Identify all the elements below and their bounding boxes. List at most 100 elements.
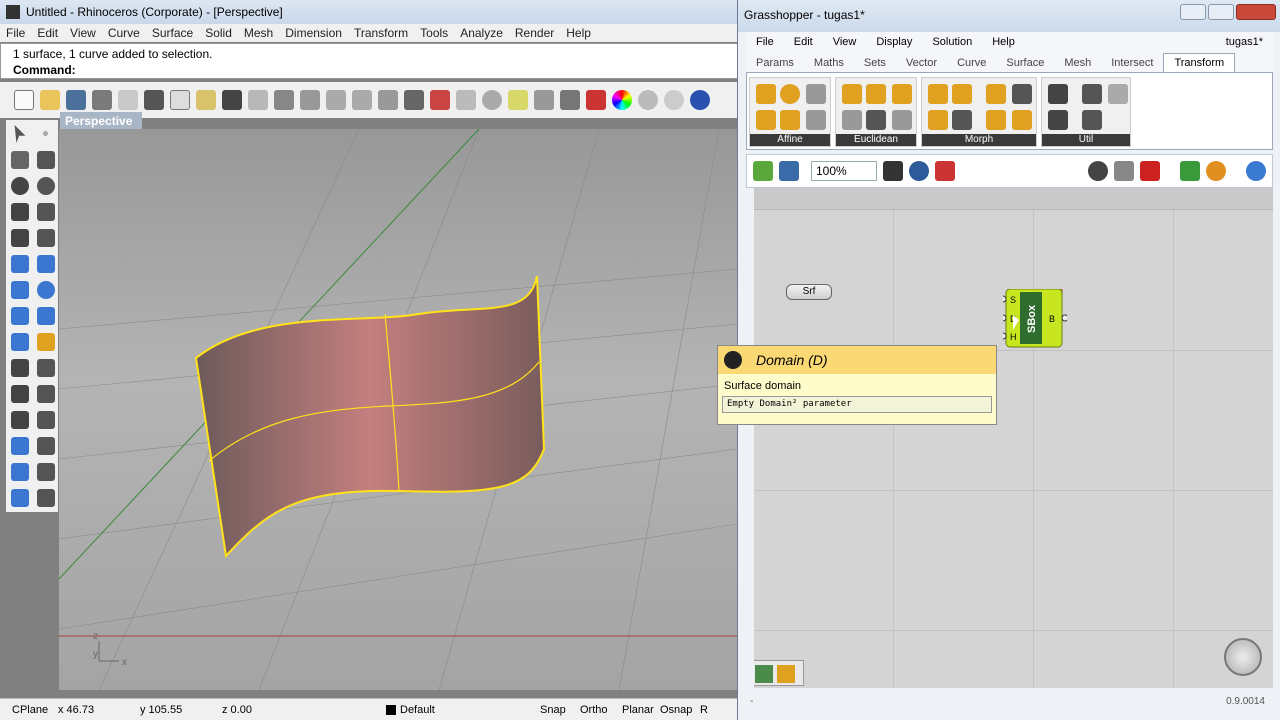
tab-mesh[interactable]: Mesh [1054,54,1101,72]
mirror-component-icon[interactable] [842,84,862,104]
zoom-icon[interactable] [300,90,320,110]
material-preview-icon[interactable] [1206,161,1226,181]
fillet-icon[interactable] [37,229,55,247]
tab-params[interactable]: Params [746,54,804,72]
transform-icon[interactable] [1082,110,1102,130]
status-layer[interactable]: Default [400,704,540,716]
status-osnap[interactable]: Osnap [660,704,700,716]
move-component-icon[interactable] [866,84,886,104]
pan-icon[interactable] [248,90,268,110]
tab-maths[interactable]: Maths [804,54,854,72]
gh-menu-file[interactable]: File [756,36,774,48]
move-icon[interactable] [11,411,29,429]
save-icon[interactable] [66,90,86,110]
ellipse-icon[interactable] [37,177,55,195]
menu-mesh[interactable]: Mesh [244,26,273,40]
boolean-icon[interactable] [11,333,29,351]
tab-intersect[interactable]: Intersect [1101,54,1163,72]
text-icon[interactable] [11,437,29,455]
menu-analyze[interactable]: Analyze [460,26,503,40]
scale-icon[interactable] [37,411,55,429]
surface-icon[interactable] [11,255,29,273]
flow-icon[interactable] [986,84,1006,104]
close-button[interactable] [1236,4,1276,20]
menu-surface[interactable]: Surface [152,26,193,40]
material-icon[interactable] [690,90,710,110]
new-icon[interactable] [14,90,34,110]
menu-solid[interactable]: Solid [205,26,232,40]
status-cplane[interactable]: CPlane [0,704,58,716]
navigation-compass-icon[interactable] [1224,638,1262,676]
menu-dimension[interactable]: Dimension [285,26,342,40]
selected-surface[interactable] [194,275,546,559]
circle-icon[interactable] [11,177,29,195]
tab-surface[interactable]: Surface [996,54,1054,72]
menu-view[interactable]: View [70,26,96,40]
maximize-button[interactable] [1208,4,1234,20]
menu-edit[interactable]: Edit [37,26,58,40]
box-morph-icon[interactable] [952,84,972,104]
viewport-tab-perspective[interactable]: Perspective [60,112,142,129]
car-icon[interactable] [430,90,450,110]
sketch-icon[interactable] [935,161,955,181]
menu-file[interactable]: File [6,26,25,40]
bend-deform-icon[interactable] [928,84,948,104]
scale-component-icon[interactable] [756,84,776,104]
tab-sets[interactable]: Sets [854,54,896,72]
maple-icon[interactable] [1012,84,1032,104]
tab-vector[interactable]: Vector [896,54,947,72]
compound-icon[interactable] [1048,84,1068,104]
array-icon[interactable] [37,359,55,377]
status-snap[interactable]: Snap [540,704,580,716]
rotate-component-icon[interactable] [866,110,886,130]
import-icon[interactable] [118,90,138,110]
zoom-window-icon[interactable] [326,90,346,110]
analyze-icon[interactable] [37,463,55,481]
wireframe-icon[interactable] [1114,161,1134,181]
cut-icon[interactable] [144,90,164,110]
orient-component-icon[interactable] [892,84,912,104]
open-file-icon[interactable] [753,161,773,181]
dimension-icon[interactable] [37,437,55,455]
gh-menu-display[interactable]: Display [876,36,912,48]
preview-mode-icon[interactable] [1088,161,1108,181]
properties-icon[interactable] [37,489,55,507]
sporph-icon[interactable] [1012,110,1032,130]
osnap-icon[interactable] [508,90,528,110]
status-record[interactable]: R [700,704,708,716]
rotate-view-icon[interactable] [274,90,294,110]
print-icon[interactable] [92,90,112,110]
command-prompt[interactable]: Command: [13,62,727,78]
split-icon[interactable] [37,333,55,351]
undo-icon[interactable] [222,90,242,110]
point-icon[interactable] [43,131,48,136]
select-icon[interactable] [14,125,26,143]
preview-eye-icon[interactable] [909,161,929,181]
lock-icon[interactable] [560,90,580,110]
menu-transform[interactable]: Transform [354,26,408,40]
status-planar[interactable]: Planar [622,704,660,716]
shaded-preview-icon[interactable] [1140,161,1160,181]
project-component-icon[interactable] [756,110,776,130]
orient-direction-icon[interactable] [806,110,826,130]
gh-doc-name[interactable]: tugas1* [1226,36,1263,48]
curve-icon[interactable] [37,151,55,169]
menu-render[interactable]: Render [515,26,554,40]
gh-menu-solution[interactable]: Solution [932,36,972,48]
selected-preview-icon[interactable] [1180,161,1200,181]
render-solid-icon[interactable] [11,489,29,507]
paste-icon[interactable] [196,90,216,110]
inverse-transform-icon[interactable] [1048,110,1068,130]
mesh-icon[interactable] [37,307,55,325]
extrude-icon[interactable] [37,255,55,273]
rectangle-icon[interactable] [37,203,55,221]
group-icon[interactable] [11,359,29,377]
shade-icon[interactable] [638,90,658,110]
zoom-selected-icon[interactable] [378,90,398,110]
twisted-box-icon[interactable] [952,110,972,130]
split-transform-icon[interactable] [1082,84,1102,104]
explode-icon[interactable] [11,385,29,403]
perspective-viewport[interactable]: z y x [59,129,737,690]
render-icon[interactable] [664,90,684,110]
srf-param-component[interactable]: Srf [786,284,832,300]
